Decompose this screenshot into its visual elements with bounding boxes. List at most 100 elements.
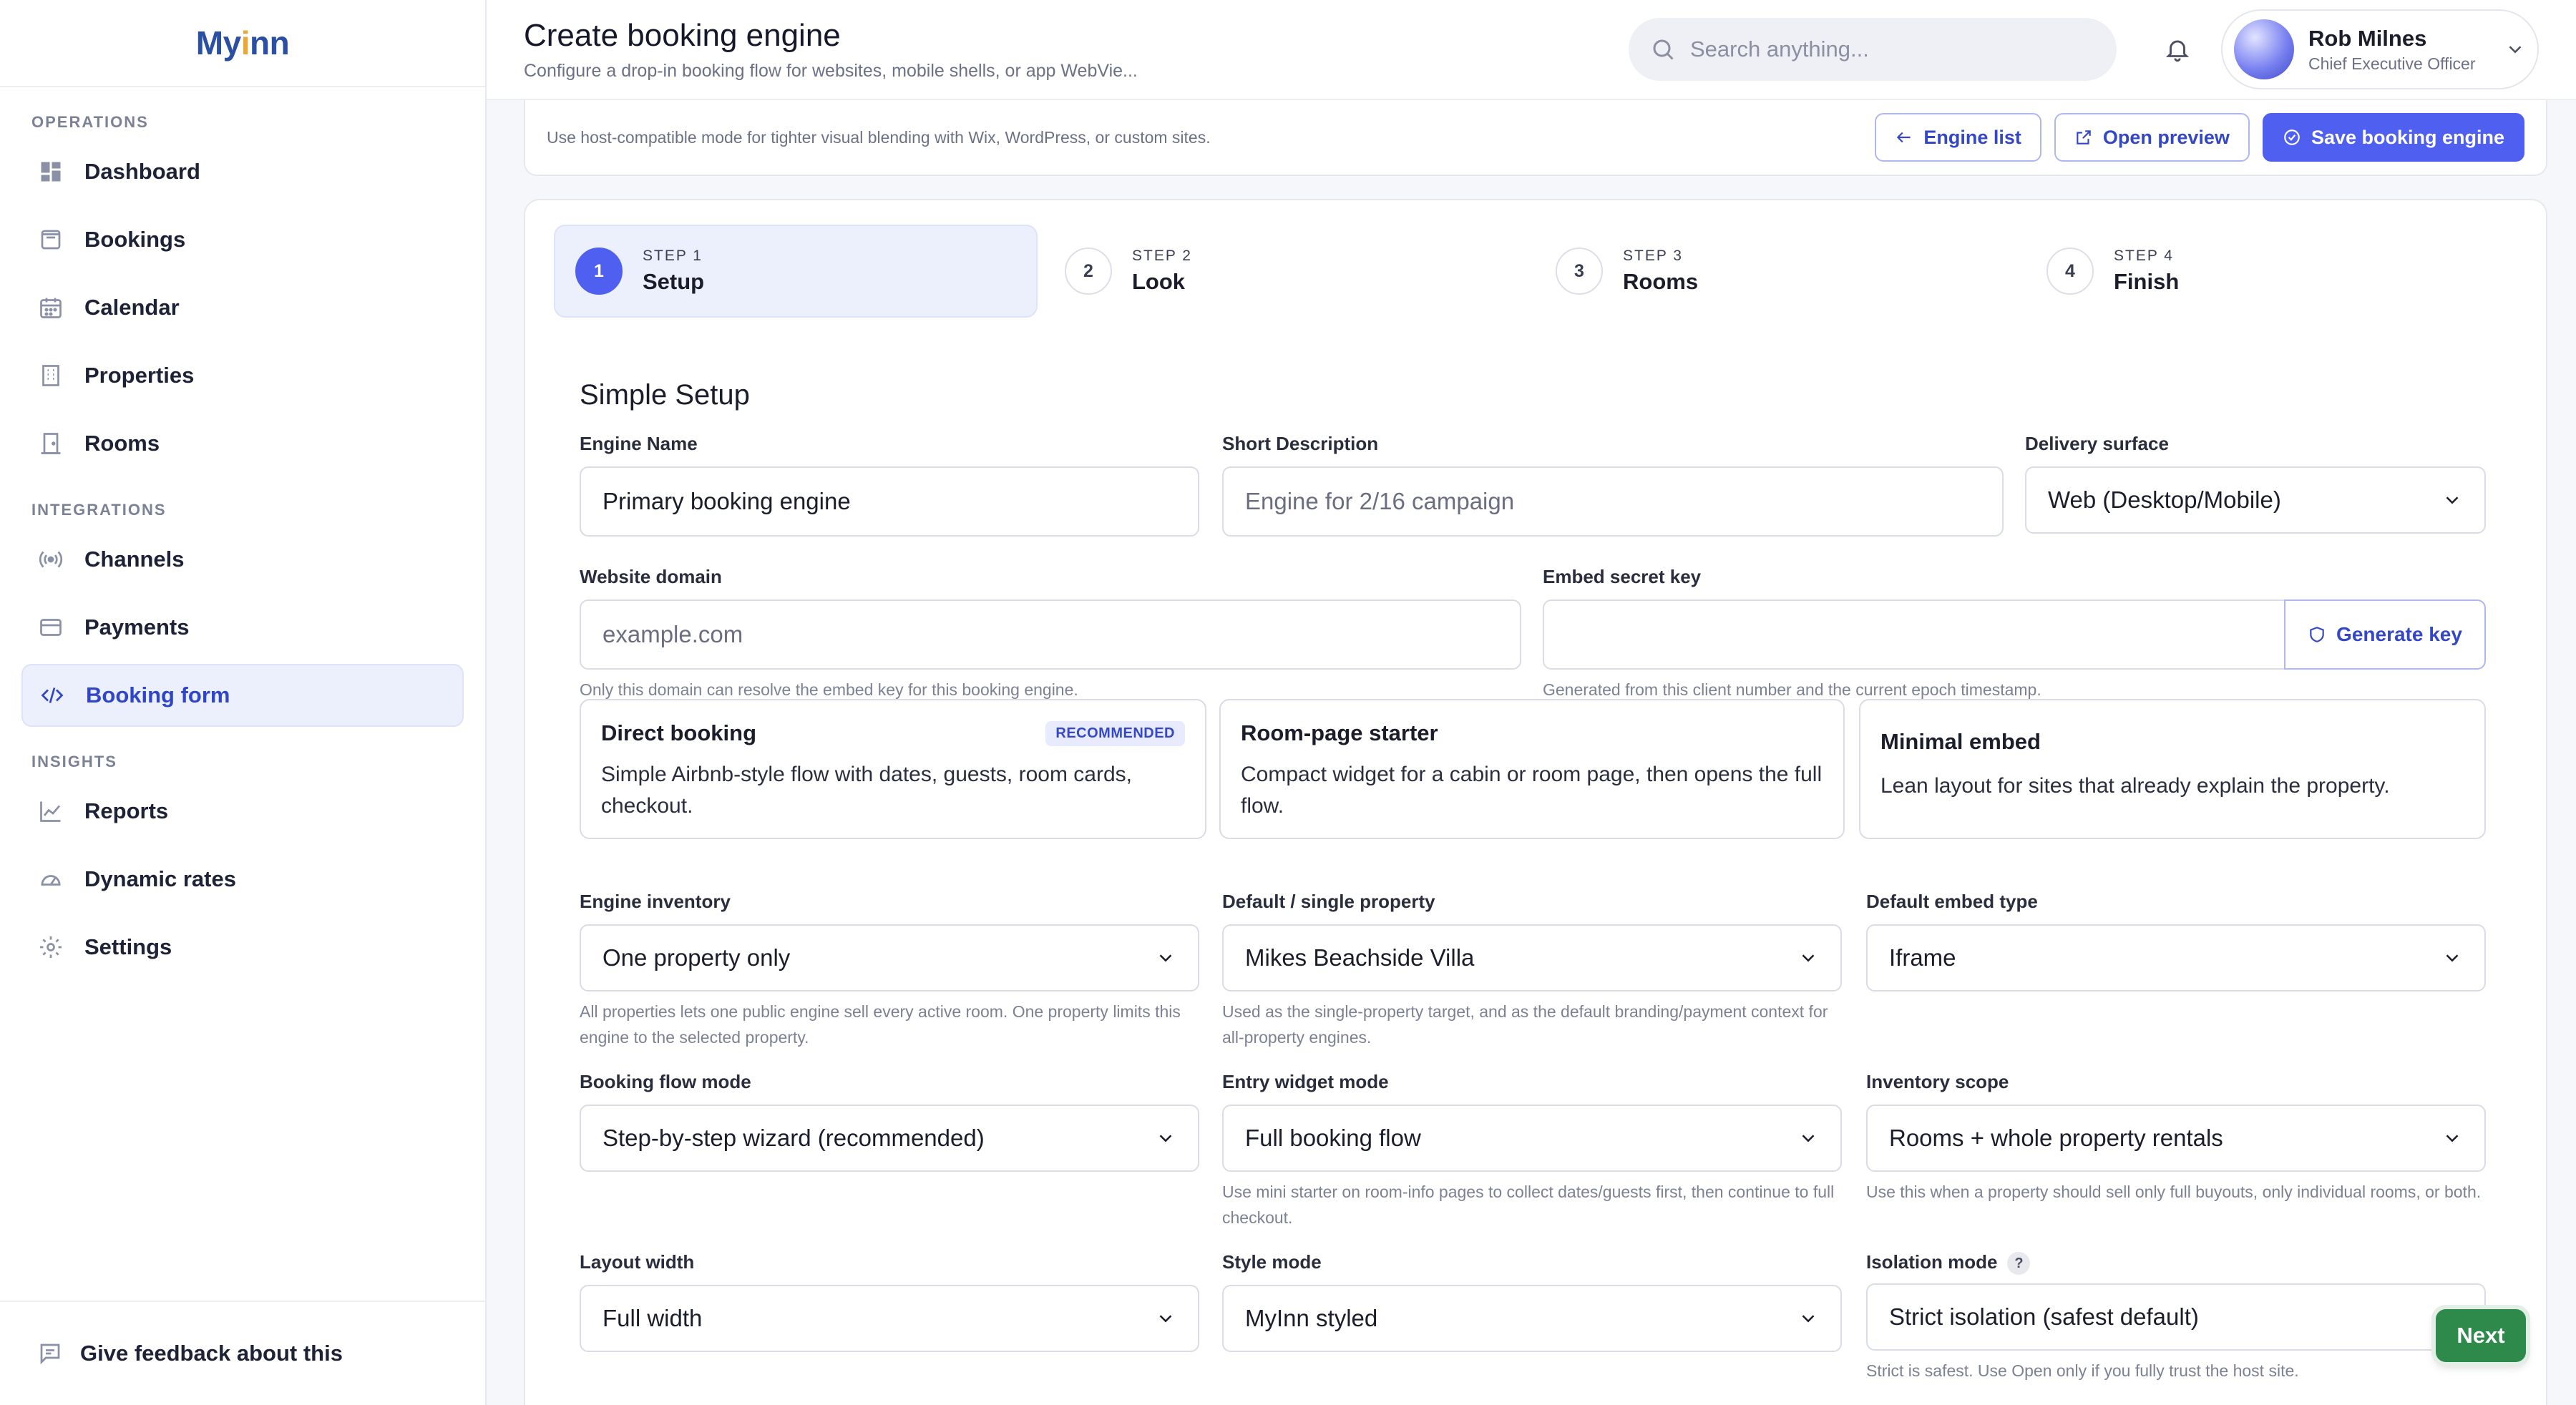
field-hint: Used as the single-property target, and … xyxy=(1222,1002,1828,1047)
sidebar-item-channels[interactable]: Channels xyxy=(21,528,464,591)
brand-text-post: nn xyxy=(249,24,290,62)
engine-inventory-select[interactable]: One property only xyxy=(580,924,1199,992)
sidebar-item-label: Properties xyxy=(84,363,195,388)
next-button[interactable]: Next xyxy=(2436,1309,2526,1362)
select-value: MyInn styled xyxy=(1245,1305,1378,1331)
step-finish[interactable]: 4 STEP 4 Finish xyxy=(2026,225,2510,318)
layout-width-field: Layout width Full width xyxy=(580,1251,1199,1352)
booking-flow-mode-select[interactable]: Step-by-step wizard (recommended) xyxy=(580,1105,1199,1172)
sidebar-item-label: Dynamic rates xyxy=(84,866,236,891)
brand-text-pre: My xyxy=(195,24,241,62)
save-booking-engine-button[interactable]: Save booking engine xyxy=(2262,113,2524,162)
preset-description: Compact widget for a cabin or room page,… xyxy=(1241,763,1823,818)
chevron-down-icon xyxy=(1802,1315,1815,1323)
select-value: Strict isolation (safest default) xyxy=(1889,1303,2199,1331)
page-subtitle: Configure a drop-in booking flow for web… xyxy=(524,60,1138,81)
field-hint: Strict is safest. Use Open only if you f… xyxy=(1866,1361,2299,1381)
isolation-mode-select[interactable]: Strict isolation (safest default) xyxy=(1866,1283,2486,1351)
open-preview-label: Open preview xyxy=(2102,126,2230,148)
check-circle-icon xyxy=(2284,129,2300,145)
delivery-surface-field: Delivery surface Web (Desktop/Mobile) xyxy=(2025,433,2486,534)
step-setup[interactable]: 1 STEP 1 Setup xyxy=(554,225,1038,318)
save-label: Save booking engine xyxy=(2311,126,2504,148)
sidebar-item-settings[interactable]: Settings xyxy=(21,916,464,979)
sidebar-item-calendar[interactable]: Calendar xyxy=(21,276,464,339)
embed-secret-input[interactable] xyxy=(1543,599,2284,670)
sidebar-item-dynamic-rates[interactable]: Dynamic rates xyxy=(21,848,464,911)
sidebar-item-label: Bookings xyxy=(84,227,186,252)
isolation-mode-field: Isolation mode? Strict isolation (safest… xyxy=(1866,1251,2486,1384)
inventory-scope-select[interactable]: Rooms + whole property rentals xyxy=(1866,1105,2486,1172)
user-menu[interactable]: Rob Milnes Chief Executive Officer xyxy=(2221,9,2539,89)
reports-icon xyxy=(37,798,64,825)
engine-name-field: Engine Name Primary booking engine xyxy=(580,433,1199,537)
feedback-link[interactable]: Give feedback about this xyxy=(0,1301,485,1405)
field-hint: All properties lets one public engine se… xyxy=(580,1002,1181,1047)
chevron-down-icon xyxy=(2446,496,2459,504)
step-look[interactable]: 2 STEP 2 Look xyxy=(1045,225,1528,318)
step-rooms[interactable]: 3 STEP 3 Rooms xyxy=(1536,225,2019,318)
select-value: Iframe xyxy=(1889,944,1956,971)
user-role: Chief Executive Officer xyxy=(2308,54,2476,73)
nav-section-integrations: INTEGRATIONS xyxy=(31,501,167,519)
gauge-icon xyxy=(37,866,64,893)
search-input[interactable] xyxy=(1690,36,2091,62)
engine-list-label: Engine list xyxy=(1923,126,2021,148)
sidebar-item-properties[interactable]: Properties xyxy=(21,344,464,407)
layout-width-select[interactable]: Full width xyxy=(580,1285,1199,1352)
step-small: STEP 3 xyxy=(1623,248,1683,264)
search-bar[interactable] xyxy=(1629,18,2117,81)
notifications-button[interactable] xyxy=(2160,31,2195,67)
nav-section-insights: INSIGHTS xyxy=(31,753,117,770)
open-preview-button[interactable]: Open preview xyxy=(2054,113,2250,162)
preset-minimal-embed[interactable]: Minimal embed Lean layout for sites that… xyxy=(1859,699,2486,839)
page-title: Create booking engine xyxy=(524,17,841,53)
preset-room-page-starter[interactable]: Room-page starter Compact widget for a c… xyxy=(1219,699,1845,839)
preset-description: Simple Airbnb-style flow with dates, gue… xyxy=(601,763,1132,818)
sidebar-item-rooms[interactable]: Rooms xyxy=(21,412,464,475)
default-property-select[interactable]: Mikes Beachside Villa xyxy=(1222,924,1842,992)
help-icon[interactable]: ? xyxy=(2007,1252,2031,1276)
step-small: STEP 2 xyxy=(1132,248,1192,264)
sidebar-item-dashboard[interactable]: Dashboard xyxy=(21,140,464,203)
preset-title: Minimal embed xyxy=(1880,729,2041,754)
field-label: Isolation mode? xyxy=(1866,1251,2486,1276)
field-label: Embed secret key xyxy=(1543,566,1702,587)
sidebar-item-label: Channels xyxy=(84,547,185,572)
engine-name-input[interactable]: Primary booking engine xyxy=(580,466,1199,537)
code-icon xyxy=(39,682,66,709)
default-embed-type-select[interactable]: Iframe xyxy=(1866,924,2486,992)
payments-icon xyxy=(37,614,64,641)
notice-text: Use host-compatible mode for tighter vis… xyxy=(547,127,1211,147)
dashboard-icon xyxy=(37,158,64,185)
engine-list-button[interactable]: Engine list xyxy=(1875,113,2041,162)
step-small: STEP 4 xyxy=(2114,248,2174,264)
entry-widget-mode-select[interactable]: Full booking flow xyxy=(1222,1105,1842,1172)
sidebar-item-payments[interactable]: Payments xyxy=(21,596,464,659)
style-mode-field: Style mode MyInn styled xyxy=(1222,1251,1842,1352)
chevron-down-icon xyxy=(1159,1315,1172,1323)
field-label: Delivery surface xyxy=(2025,433,2169,454)
sidebar-item-label: Rooms xyxy=(84,431,160,456)
arrow-left-icon xyxy=(1897,132,1911,143)
short-description-input[interactable]: Engine for 2/16 campaign xyxy=(1222,466,2004,537)
sidebar-item-label: Booking form xyxy=(86,682,230,708)
brand-logo[interactable]: Myinn xyxy=(195,24,290,62)
select-value: Rooms + whole property rentals xyxy=(1889,1125,2223,1151)
wizard-card: 1 STEP 1 Setup 2 STEP 2 Look 3 STEP 3 Rooms… xyxy=(524,199,2547,1405)
rooms-icon xyxy=(37,430,64,457)
website-domain-input[interactable]: example.com xyxy=(580,599,1521,670)
step-small: STEP 1 xyxy=(643,248,703,264)
delivery-surface-select[interactable]: Web (Desktop/Mobile) xyxy=(2025,466,2486,534)
generate-key-button[interactable]: Generate key xyxy=(2284,599,2486,670)
field-hint: Use this when a property should sell onl… xyxy=(1866,1183,2482,1201)
sidebar-item-booking-form[interactable]: Booking form xyxy=(21,664,464,727)
sidebar-item-reports[interactable]: Reports xyxy=(21,780,464,843)
step-number: 1 xyxy=(575,248,623,295)
embed-secret-field: Embed secret key Generate key Generated … xyxy=(1543,566,2486,702)
preset-title: Direct booking xyxy=(601,720,757,745)
sidebar-item-bookings[interactable]: Bookings xyxy=(21,208,464,271)
preset-direct-booking[interactable]: Direct booking RECOMMENDED Simple Airbnb… xyxy=(580,699,1206,839)
style-mode-select[interactable]: MyInn styled xyxy=(1222,1285,1842,1352)
feedback-icon xyxy=(40,1343,60,1365)
